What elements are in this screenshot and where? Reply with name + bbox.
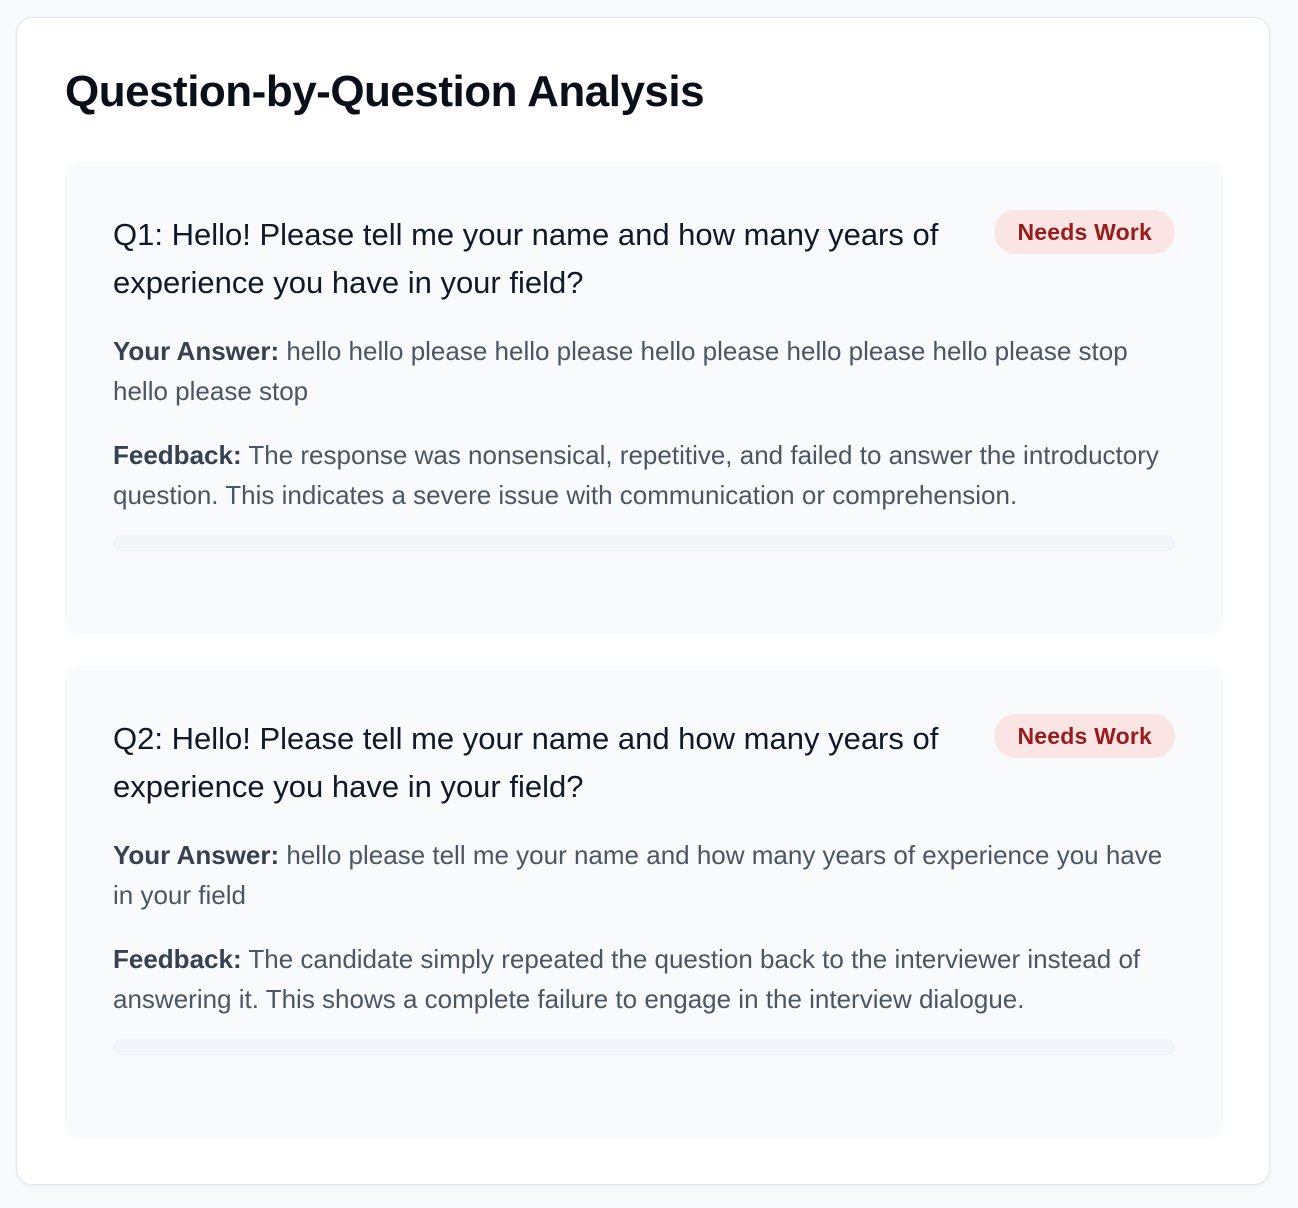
answer-text: Your Answer: hello please tell me your n… bbox=[113, 835, 1175, 915]
feedback-text: Feedback: The response was nonsensical, … bbox=[113, 435, 1175, 515]
answer-label: Your Answer: bbox=[113, 336, 280, 366]
question-header: Q1: Hello! Please tell me your name and … bbox=[113, 210, 1175, 307]
score-progress-bar bbox=[113, 535, 1175, 551]
feedback-value: The candidate simply repeated the questi… bbox=[113, 944, 1141, 1014]
feedback-text: Feedback: The candidate simply repeated … bbox=[113, 939, 1175, 1019]
question-title: Q2: Hello! Please tell me your name and … bbox=[113, 721, 939, 804]
question-title: Q1: Hello! Please tell me your name and … bbox=[113, 217, 939, 300]
status-badge: Needs Work bbox=[994, 714, 1175, 758]
analysis-card: Question-by-Question Analysis Q1: Hello!… bbox=[16, 17, 1270, 1185]
feedback-value: The response was nonsensical, repetitive… bbox=[113, 440, 1159, 510]
answer-text: Your Answer: hello hello please hello pl… bbox=[113, 331, 1175, 411]
score-progress-bar bbox=[113, 1039, 1175, 1055]
feedback-label: Feedback: bbox=[113, 944, 242, 974]
feedback-label: Feedback: bbox=[113, 440, 242, 470]
question-list: Q1: Hello! Please tell me your name and … bbox=[65, 162, 1223, 1138]
question-card: Q2: Hello! Please tell me your name and … bbox=[65, 666, 1223, 1138]
page-title: Question-by-Question Analysis bbox=[65, 67, 705, 116]
answer-label: Your Answer: bbox=[113, 840, 280, 870]
question-card: Q1: Hello! Please tell me your name and … bbox=[65, 162, 1223, 634]
status-badge: Needs Work bbox=[994, 210, 1175, 254]
question-header: Q2: Hello! Please tell me your name and … bbox=[113, 714, 1175, 811]
